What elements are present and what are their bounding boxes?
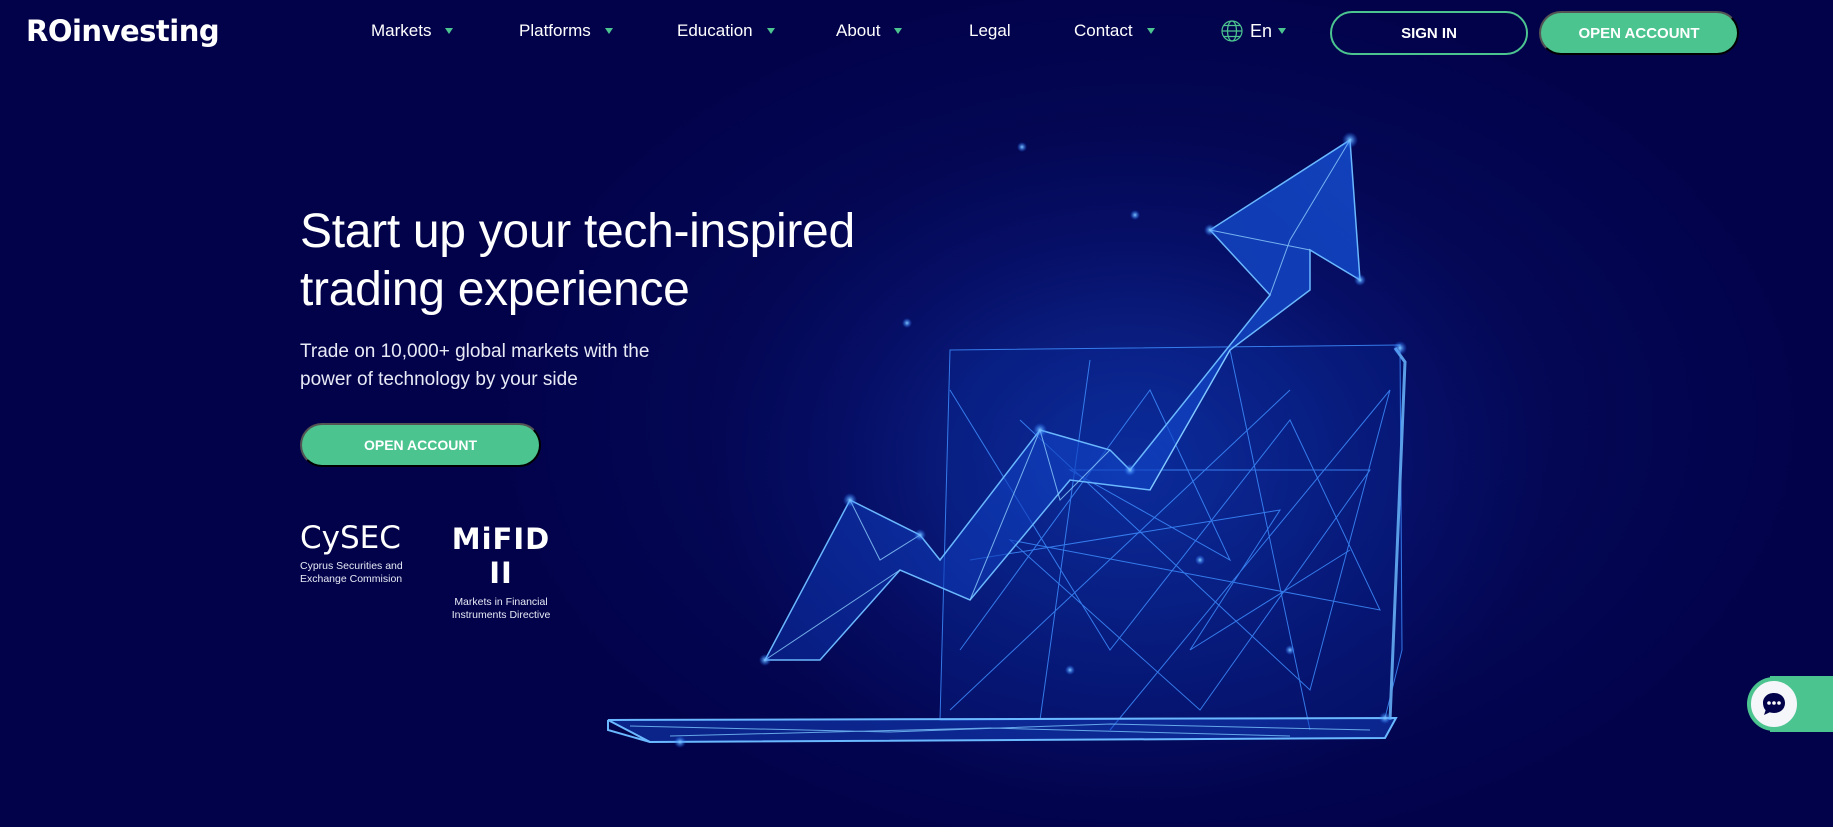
nav-item-markets[interactable]: Markets: [371, 21, 454, 41]
globe-icon: [1221, 20, 1243, 42]
cysec-title: CySEC: [300, 520, 401, 556]
nav-item-about[interactable]: About: [836, 21, 903, 41]
nav-item-education[interactable]: Education: [677, 21, 775, 41]
caret-down-icon: [604, 28, 613, 34]
cysec-desc-line1: Cyprus Securities and: [300, 560, 403, 572]
nav-item-legal[interactable]: Legal: [969, 21, 1011, 41]
chat-bubble-icon: [1763, 693, 1785, 715]
nav-item-platforms[interactable]: Platforms: [519, 21, 613, 41]
nav-label: Legal: [969, 21, 1011, 40]
nav-label: About: [836, 21, 881, 40]
language-label: En: [1250, 20, 1273, 41]
chat-button[interactable]: [1747, 677, 1801, 731]
laptop-base: [607, 716, 1398, 744]
cysec-badge: CySEC Cyprus Securities and Exchange Com…: [300, 520, 405, 586]
caret-down-icon: [766, 28, 775, 34]
caret-down-icon: [1278, 28, 1287, 34]
nav-item-contact[interactable]: Contact: [1074, 21, 1155, 41]
mifid-title: MiFID II: [451, 522, 551, 590]
nav-label: Markets: [371, 21, 432, 40]
cysec-desc-line2: Exchange Commision: [300, 573, 403, 585]
mifid-desc-line2: Instruments Directive: [451, 609, 551, 621]
nav-label: Education: [677, 21, 753, 40]
hero-subtitle: Trade on 10,000+ global markets with the…: [300, 338, 720, 394]
chat-button-inner: [1750, 680, 1798, 728]
site-header: ROinvesting Markets Platforms Education …: [0, 0, 1833, 66]
hero-title: Start up your tech-inspired trading expe…: [300, 203, 940, 319]
mifid-desc-line1: Markets in Financial: [454, 596, 548, 608]
mifid-badge: MiFID II Markets in Financial Instrument…: [436, 522, 566, 622]
open-account-button-hero[interactable]: OPEN ACCOUNT: [300, 423, 541, 467]
language-selector[interactable]: En: [1220, 19, 1287, 43]
cysec-description: Cyprus Securities and Exchange Commision: [300, 560, 405, 586]
hero-illustration: [607, 132, 1407, 748]
nav-label: Platforms: [519, 21, 591, 40]
hero-title-line1: Start up your tech-inspired: [300, 205, 855, 258]
sign-in-button[interactable]: SIGN IN: [1330, 11, 1528, 55]
hero-subtitle-line1: Trade on 10,000+ global markets with the: [300, 341, 650, 362]
caret-down-icon: [445, 28, 454, 34]
logo[interactable]: ROinvesting: [26, 14, 220, 48]
hero-subtitle-line2: power of technology by your side: [300, 369, 578, 390]
nav-label: Contact: [1074, 21, 1133, 40]
open-account-button-header[interactable]: OPEN ACCOUNT: [1539, 11, 1739, 55]
hero-title-line2: trading experience: [300, 263, 690, 316]
mifid-description: Markets in Financial Instruments Directi…: [436, 596, 566, 622]
caret-down-icon: [1146, 28, 1155, 34]
caret-down-icon: [894, 28, 903, 34]
